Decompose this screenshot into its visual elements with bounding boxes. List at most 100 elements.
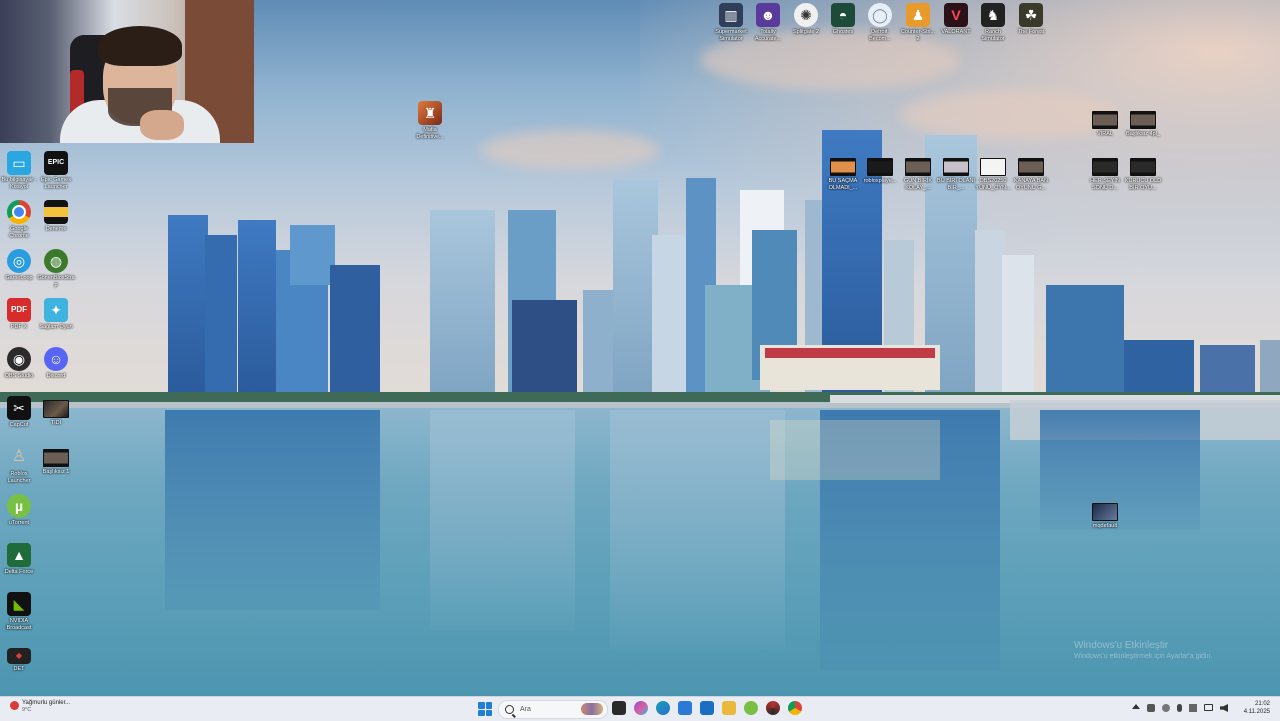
desktop-icon-video-4[interactable]: BÜ BİRİ OLANI BİR_... — [937, 158, 975, 191]
weather-title: Yağmurlu günler... — [22, 700, 71, 706]
taskbar-clock[interactable]: 21:02 4.11.2025 — [1244, 700, 1270, 716]
image-file-icon — [1092, 503, 1118, 521]
outlook-icon[interactable] — [700, 701, 714, 715]
desktop-icon-ghostes[interactable]: ◓ Ghostes — [824, 3, 862, 36]
desktop-icon-utorrent[interactable]: µ uTorrent — [0, 494, 38, 527]
volume-icon[interactable] — [1220, 704, 1228, 712]
desktop-icon-the-forest[interactable]: ☘ The Forest — [1012, 3, 1050, 36]
desktop-icon-video-3[interactable]: GÜN BİRİK KOLAY_... — [899, 158, 937, 191]
taskbar: Yağmurlu günler... 9°C Ara 21:02 4.11.20… — [0, 696, 1280, 721]
desktop-icon-mafia[interactable]: ♜ Mafia Definitive... — [411, 101, 449, 140]
desktop-icon-totally-accurate[interactable]: ☻ Totally Accurate... — [749, 3, 787, 42]
folder-icon — [44, 200, 68, 224]
chrome-icon — [7, 200, 31, 224]
watermark-subtitle: Windows'u etkinleştirmek için Ayarlar'a … — [1074, 653, 1213, 660]
weather-icon — [10, 701, 19, 710]
desktop-icon-ranch-simulator[interactable]: ♞ Ranch Simulator — [974, 3, 1012, 42]
search-highlight-graphic — [581, 703, 603, 715]
search-icon — [505, 705, 514, 714]
weather-widget[interactable]: Yağmurlu günler... 9°C — [10, 699, 70, 714]
desktop-icon-splitgate[interactable]: ✺ Splitgate 2 — [787, 3, 825, 36]
video-file-icon — [943, 158, 969, 176]
davinci-icon[interactable] — [766, 701, 780, 715]
desktop-icon-gameloop[interactable]: ◎ GameLoop — [0, 249, 38, 282]
edge-icon[interactable] — [656, 701, 670, 715]
desktop-icon-video-1[interactable]: BU SAÇMA OLMADI_... — [824, 158, 862, 191]
desktop-icon-video-6[interactable]: KANAYA BAN OYUNU G... — [1012, 158, 1050, 191]
tray-app-icon[interactable] — [1147, 704, 1155, 712]
windows-logo-tile — [478, 709, 485, 716]
desktop-icon-roblox-launcher[interactable]: ♙ Roblox Launcher — [0, 445, 38, 484]
windows-logo-tile — [485, 709, 492, 716]
video-file-icon — [1130, 111, 1156, 129]
network-icon[interactable] — [1204, 704, 1213, 711]
forest-icon: ☘ — [1019, 3, 1043, 27]
desktop-icon-capcut[interactable]: ✂ CapCut — [0, 396, 38, 429]
weather-temperature: 9°C — [22, 707, 32, 713]
capcut-icon: ✂ — [7, 396, 31, 420]
search-placeholder: Ara — [520, 706, 531, 713]
video-file-icon — [905, 158, 931, 176]
taskbar-search[interactable]: Ara — [498, 700, 608, 719]
desktop-icon-det[interactable]: ◆ DET — [0, 648, 38, 673]
task-view-icon[interactable] — [612, 701, 626, 715]
desktop-icon-this-pc[interactable]: ▭ Bu bilgisayar - Kısayol — [0, 151, 38, 190]
windows-logo-icon — [478, 702, 485, 709]
desktop-icon-mqdefault[interactable]: mqdefault — [1086, 503, 1124, 530]
splitgate-icon: ✺ — [794, 3, 818, 27]
desktop-icon-basliksiz-1[interactable]: Başlıksız 1 — [37, 445, 75, 476]
roblox-icon: ♙ — [11, 448, 27, 465]
nvidia-icon: ◣ — [7, 592, 31, 616]
ranch-icon: ♞ — [981, 3, 1005, 27]
windows-logo-tile — [485, 702, 492, 709]
desktop-icon-delta-force[interactable]: ▲ Delta Force — [0, 543, 38, 576]
counter-strike-icon: ♟ — [906, 3, 930, 27]
gameloop-icon: ◎ — [7, 249, 31, 273]
file-explorer-icon[interactable] — [722, 701, 736, 715]
chevron-up-icon[interactable] — [1132, 704, 1140, 709]
video-file-icon — [43, 449, 69, 467]
desktop-icon-counter-strike[interactable]: ♟ Counter-Stri... 2 — [899, 3, 937, 42]
microphone-icon[interactable] — [1177, 704, 1182, 712]
desktop-icon-kurucu-old[interactable]: KURUCU OLD BİR OYU... — [1124, 158, 1162, 191]
video-file-icon — [1092, 158, 1118, 176]
image-file-icon — [43, 400, 69, 418]
game-icon: ✦ — [44, 298, 68, 322]
webcam-person-hand — [140, 110, 184, 140]
desktop-icon-basliksiz-4pl[interactable]: Başlıksız 4pl_ — [1124, 111, 1162, 138]
globe-icon: ◍ — [44, 249, 68, 273]
desktop-icon-viral[interactable]: VİRAL — [1086, 111, 1124, 138]
start-button[interactable] — [478, 702, 492, 716]
desktop-icon-detroit[interactable]: ◯ Detroit: Becom... — [861, 3, 899, 42]
tray-app-icon[interactable] — [1189, 704, 1197, 712]
desktop-icon-chrome[interactable]: Google Chrome — [0, 200, 38, 239]
video-file-icon — [1092, 111, 1118, 129]
video-file-icon — [1130, 158, 1156, 176]
chrome-icon[interactable] — [788, 701, 802, 715]
desktop-icon-supermarket-simulator[interactable]: ▥ Supermarket Simulator — [712, 3, 750, 42]
desktop-icon-obs[interactable]: ◉ OBS Studio — [0, 347, 38, 380]
system-tray — [1132, 704, 1228, 712]
utorrent-icon: µ — [7, 494, 31, 518]
store-icon[interactable] — [678, 701, 692, 715]
desktop-icon-video-5[interactable]: OBS20250 YÜNÜ_OYN... — [974, 158, 1012, 191]
desktop-icon-her-seyin-sonu[interactable]: HER ŞEYİN SONU D... — [1086, 158, 1124, 191]
desktop-icon-nvidia-broadcast[interactable]: ◣ NVIDIA Broadcast — [0, 592, 38, 631]
desktop-icon-bloxstrap[interactable]: ◍ GönenBloxStrap — [37, 249, 75, 288]
desktop-icon-tidi[interactable]: TIDI — [37, 396, 75, 427]
desktop-icon-saglam-oyun[interactable]: ✦ Sağlam Oyun — [37, 298, 75, 331]
desktop-icon-pdf[interactable]: PDF PDF X — [0, 298, 38, 331]
copilot-icon[interactable] — [634, 701, 648, 715]
video-file-icon — [1018, 158, 1044, 176]
watermark-title: Windows'u Etkinleştir — [1074, 640, 1169, 651]
desktop-icon-video-2[interactable]: robloxplaye... — [861, 158, 899, 185]
utorrent-icon[interactable] — [744, 701, 758, 715]
detroit-icon: ◯ — [868, 3, 892, 27]
valorant-icon: V — [944, 3, 968, 27]
desktop-icon-discord[interactable]: ☺ Discord — [37, 347, 75, 380]
desktop-icon-deneme[interactable]: Deneme — [37, 200, 75, 233]
tray-app-icon[interactable] — [1162, 704, 1170, 712]
desktop-icon-valorant[interactable]: V VALORANT — [937, 3, 975, 36]
pc-icon: ▭ — [7, 151, 31, 175]
desktop-icon-epic-games[interactable]: EPIC Epic Games Launcher — [37, 151, 75, 190]
